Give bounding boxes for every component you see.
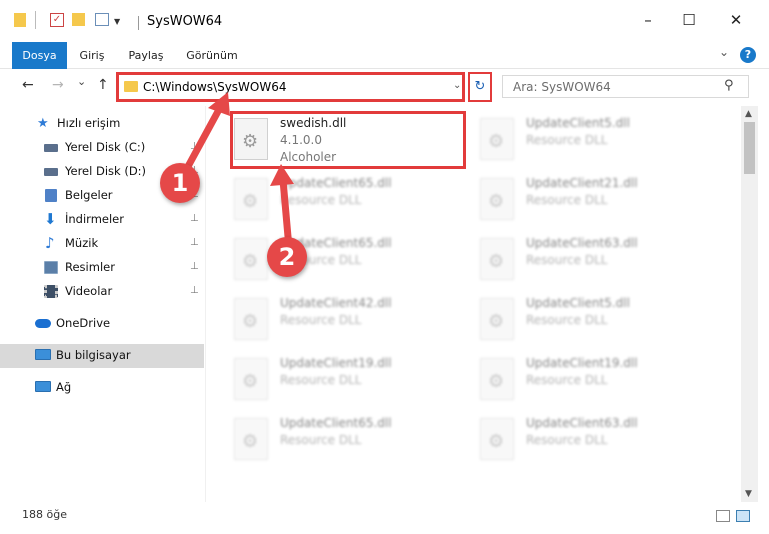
callout-2: 2	[267, 237, 307, 277]
callout-1: 1	[160, 163, 200, 203]
annotation-arrows	[181, 92, 294, 252]
